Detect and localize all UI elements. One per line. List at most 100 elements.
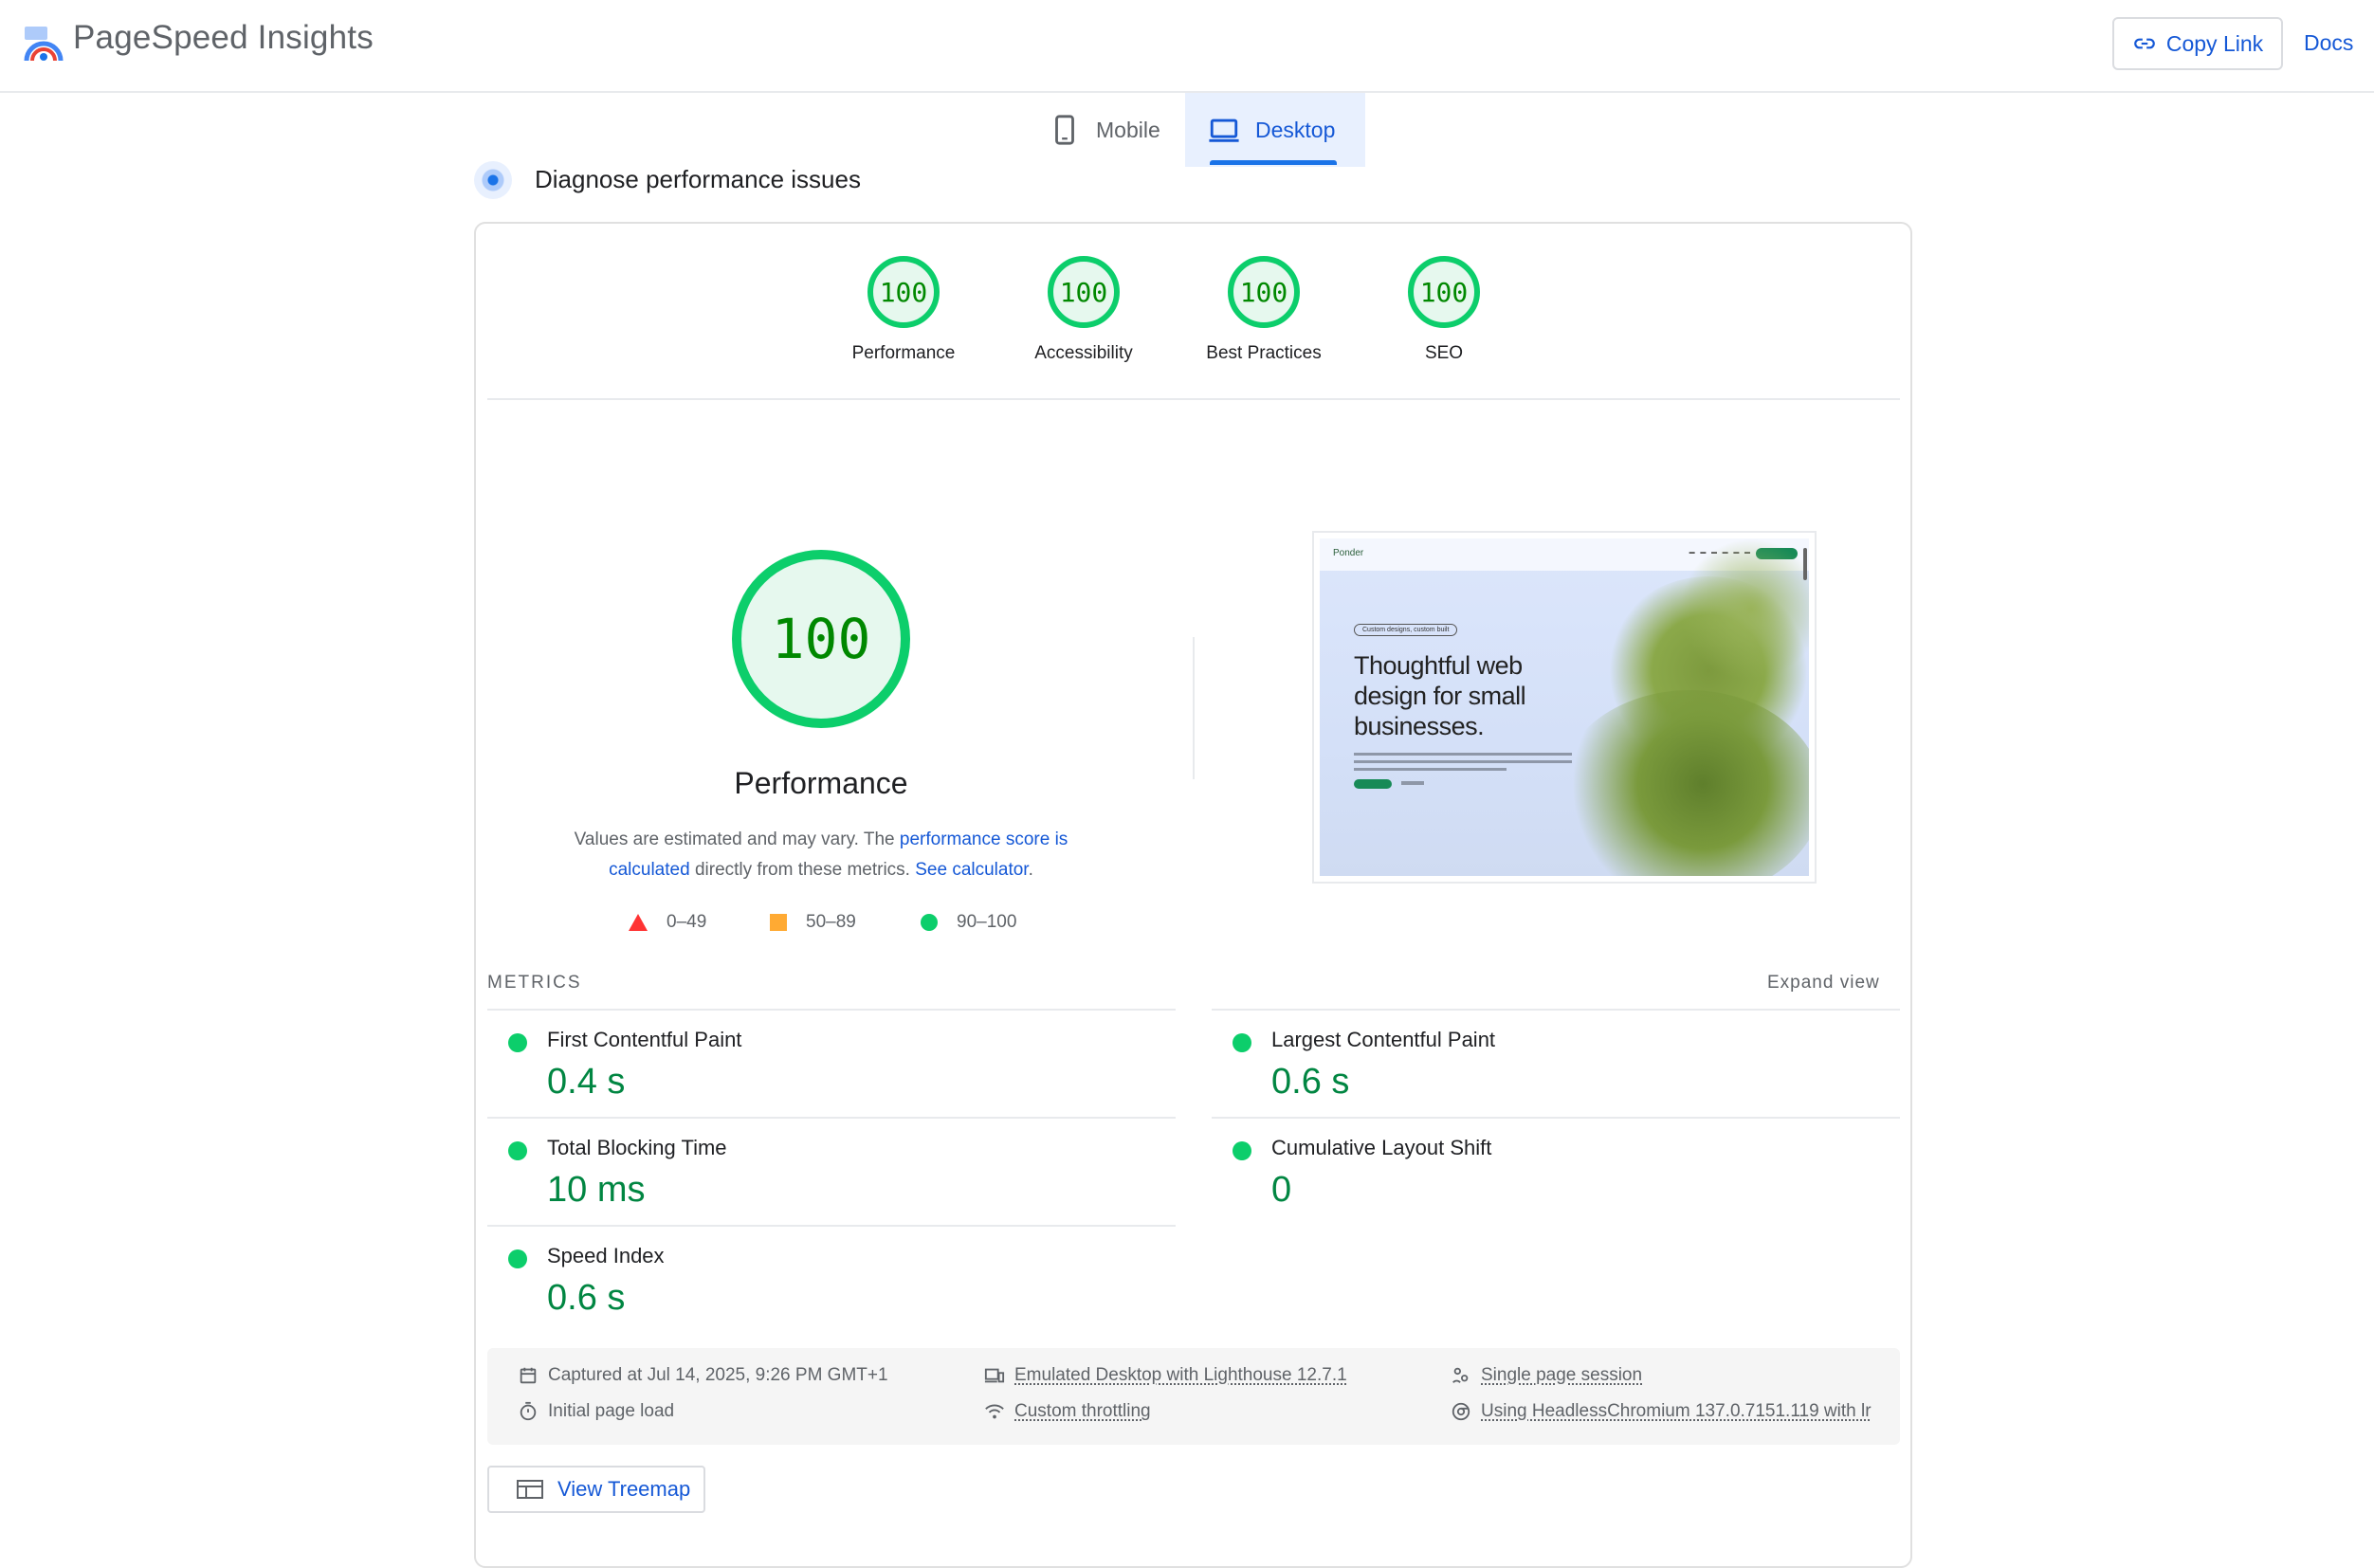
metric-value: 0.6 s — [547, 1278, 626, 1318]
tab-mobile-label: Mobile — [1096, 117, 1160, 142]
metric-name: First Contentful Paint — [547, 1028, 742, 1051]
link-icon — [2134, 38, 2155, 49]
view-treemap-button[interactable]: View Treemap — [487, 1466, 705, 1513]
section-title: Diagnose performance issues — [535, 165, 861, 193]
top-bar: PageSpeed Insights Copy Link Docs — [0, 0, 2374, 93]
copy-link-button[interactable]: Copy Link — [2112, 17, 2283, 70]
desc-prefix: Values are estimated and may vary. The — [574, 830, 900, 849]
captured-text: Captured at Jul 14, 2025, 9:26 PM GMT+1 — [548, 1365, 888, 1385]
calendar-icon — [520, 1367, 537, 1384]
gauge-label: Performance — [851, 343, 956, 363]
circle-icon — [921, 914, 938, 931]
triangle-icon — [629, 914, 648, 931]
gauge-accessibility[interactable]: 100 Accessibility — [1008, 256, 1160, 364]
gauge-label: Best Practices — [1206, 343, 1322, 363]
metric-name: Speed Index — [547, 1244, 665, 1267]
laptop-icon — [1209, 119, 1239, 142]
info-session[interactable]: Single page session — [1451, 1365, 1642, 1386]
gauge-score: 100 — [867, 256, 940, 328]
legend-range: 50–89 — [806, 912, 856, 932]
preview-button — [1354, 779, 1392, 789]
vertical-divider — [1193, 637, 1195, 779]
docs-link[interactable]: Docs — [2304, 30, 2353, 56]
wifi-icon — [985, 1404, 1004, 1419]
pass-icon — [508, 1141, 527, 1160]
gauge-performance[interactable]: 100 Performance — [828, 256, 979, 364]
performance-title: Performance — [734, 766, 908, 800]
info-throttling[interactable]: Custom throttling — [984, 1401, 1151, 1422]
legend-pass: 90–100 — [921, 912, 1016, 933]
preview-headline: Thoughtful web design for small business… — [1354, 651, 1526, 740]
session-text: Single page session — [1481, 1365, 1643, 1385]
gauge-seo[interactable]: 100 SEO — [1368, 256, 1520, 364]
divider — [487, 398, 1900, 400]
preview-subtext — [1354, 753, 1572, 772]
gauge-score: 100 — [1408, 256, 1480, 328]
pagespeed-logo-icon — [24, 27, 64, 62]
people-icon — [1452, 1367, 1469, 1384]
gauge-score: 100 — [1048, 256, 1120, 328]
performance-description: Values are estimated and may vary. The p… — [537, 825, 1105, 885]
gauge-label: Accessibility — [1034, 343, 1133, 363]
desc-middle: directly from these metrics. — [689, 860, 916, 880]
final-screenshot: Ponder ▬ ▬ ▬ ▬ ▬ ▬ Custom designs, custo… — [1312, 531, 1817, 884]
see-calculator-link[interactable]: See calculator — [915, 860, 1028, 880]
metric-lcp: Largest Contentful Paint 0.6 s — [1212, 1009, 1900, 1117]
pass-icon — [508, 1033, 527, 1052]
score-legend: 0–49 50–89 90–100 — [626, 912, 1052, 940]
emulated-text: Emulated Desktop with Lighthouse 12.7.1 — [1014, 1365, 1347, 1385]
metric-name: Total Blocking Time — [547, 1136, 727, 1159]
copy-link-label: Copy Link — [2165, 30, 2264, 56]
brand-title[interactable]: PageSpeed Insights — [73, 19, 374, 57]
diagnose-icon — [474, 161, 512, 199]
square-icon — [770, 914, 787, 931]
throttling-text: Custom throttling — [1014, 1401, 1151, 1421]
devices-icon — [984, 1368, 1005, 1383]
view-treemap-label: View Treemap — [557, 1477, 691, 1501]
preview-scrollbar — [1803, 548, 1807, 580]
gauge-score: 100 — [1228, 256, 1300, 328]
metric-cls: Cumulative Layout Shift 0 — [1212, 1117, 1900, 1225]
performance-score-gauge: 100 — [732, 550, 910, 728]
metric-value: 0.4 s — [547, 1062, 626, 1102]
expand-view-toggle[interactable]: Expand view — [1767, 973, 1880, 994]
info-captured: Captured at Jul 14, 2025, 9:26 PM GMT+1 — [518, 1365, 888, 1386]
info-browser[interactable]: Using HeadlessChromium 137.0.7151.119 wi… — [1451, 1401, 1872, 1422]
preview-chip: Custom designs, custom built — [1354, 624, 1458, 636]
preview-secondary — [1401, 781, 1424, 785]
metric-value: 0.6 s — [1271, 1062, 1350, 1102]
browser-text: Using HeadlessChromium 137.0.7151.119 wi… — [1481, 1401, 1872, 1421]
chrome-icon — [1452, 1402, 1470, 1421]
tab-desktop-label: Desktop — [1255, 117, 1336, 142]
treemap-icon — [517, 1480, 543, 1499]
timer-icon — [520, 1401, 537, 1421]
metric-value: 10 ms — [547, 1170, 646, 1210]
metric-speed-index: Speed Index 0.6 s — [487, 1225, 1176, 1333]
pass-icon — [508, 1249, 527, 1268]
category-gauges: 100 Performance 100 Accessibility 100 Be… — [852, 256, 1520, 379]
desc-suffix: . — [1028, 860, 1033, 880]
metric-name: Largest Contentful Paint — [1271, 1028, 1496, 1051]
metric-tbt: Total Blocking Time 10 ms — [487, 1117, 1176, 1225]
pass-icon — [1233, 1033, 1251, 1052]
tab-desktop[interactable]: Desktop — [1185, 93, 1365, 167]
legend-fail: 0–49 — [629, 912, 706, 933]
legend-average: 50–89 — [770, 912, 856, 933]
tree-foliage — [1557, 690, 1809, 876]
metrics-heading: METRICS — [487, 973, 582, 993]
gauge-label: SEO — [1424, 343, 1464, 363]
tab-mobile[interactable]: Mobile — [1026, 93, 1185, 167]
metric-value: 0 — [1271, 1170, 1292, 1210]
pass-icon — [1233, 1141, 1251, 1160]
metric-name: Cumulative Layout Shift — [1271, 1136, 1492, 1159]
metric-fcp: First Contentful Paint 0.4 s — [487, 1009, 1176, 1117]
info-emulated[interactable]: Emulated Desktop with Lighthouse 12.7.1 — [984, 1365, 1347, 1386]
legend-range: 90–100 — [957, 912, 1017, 932]
runtime-info: Captured at Jul 14, 2025, 9:26 PM GMT+1 … — [487, 1348, 1900, 1445]
legend-range: 0–49 — [667, 912, 707, 932]
smartphone-icon — [1055, 115, 1074, 145]
preview-logo: Ponder — [1333, 548, 1364, 558]
gauge-best-practices[interactable]: 100 Best Practices — [1188, 256, 1340, 364]
load-text: Initial page load — [548, 1401, 675, 1421]
screenshot-content: Ponder ▬ ▬ ▬ ▬ ▬ ▬ Custom designs, custo… — [1320, 538, 1809, 876]
